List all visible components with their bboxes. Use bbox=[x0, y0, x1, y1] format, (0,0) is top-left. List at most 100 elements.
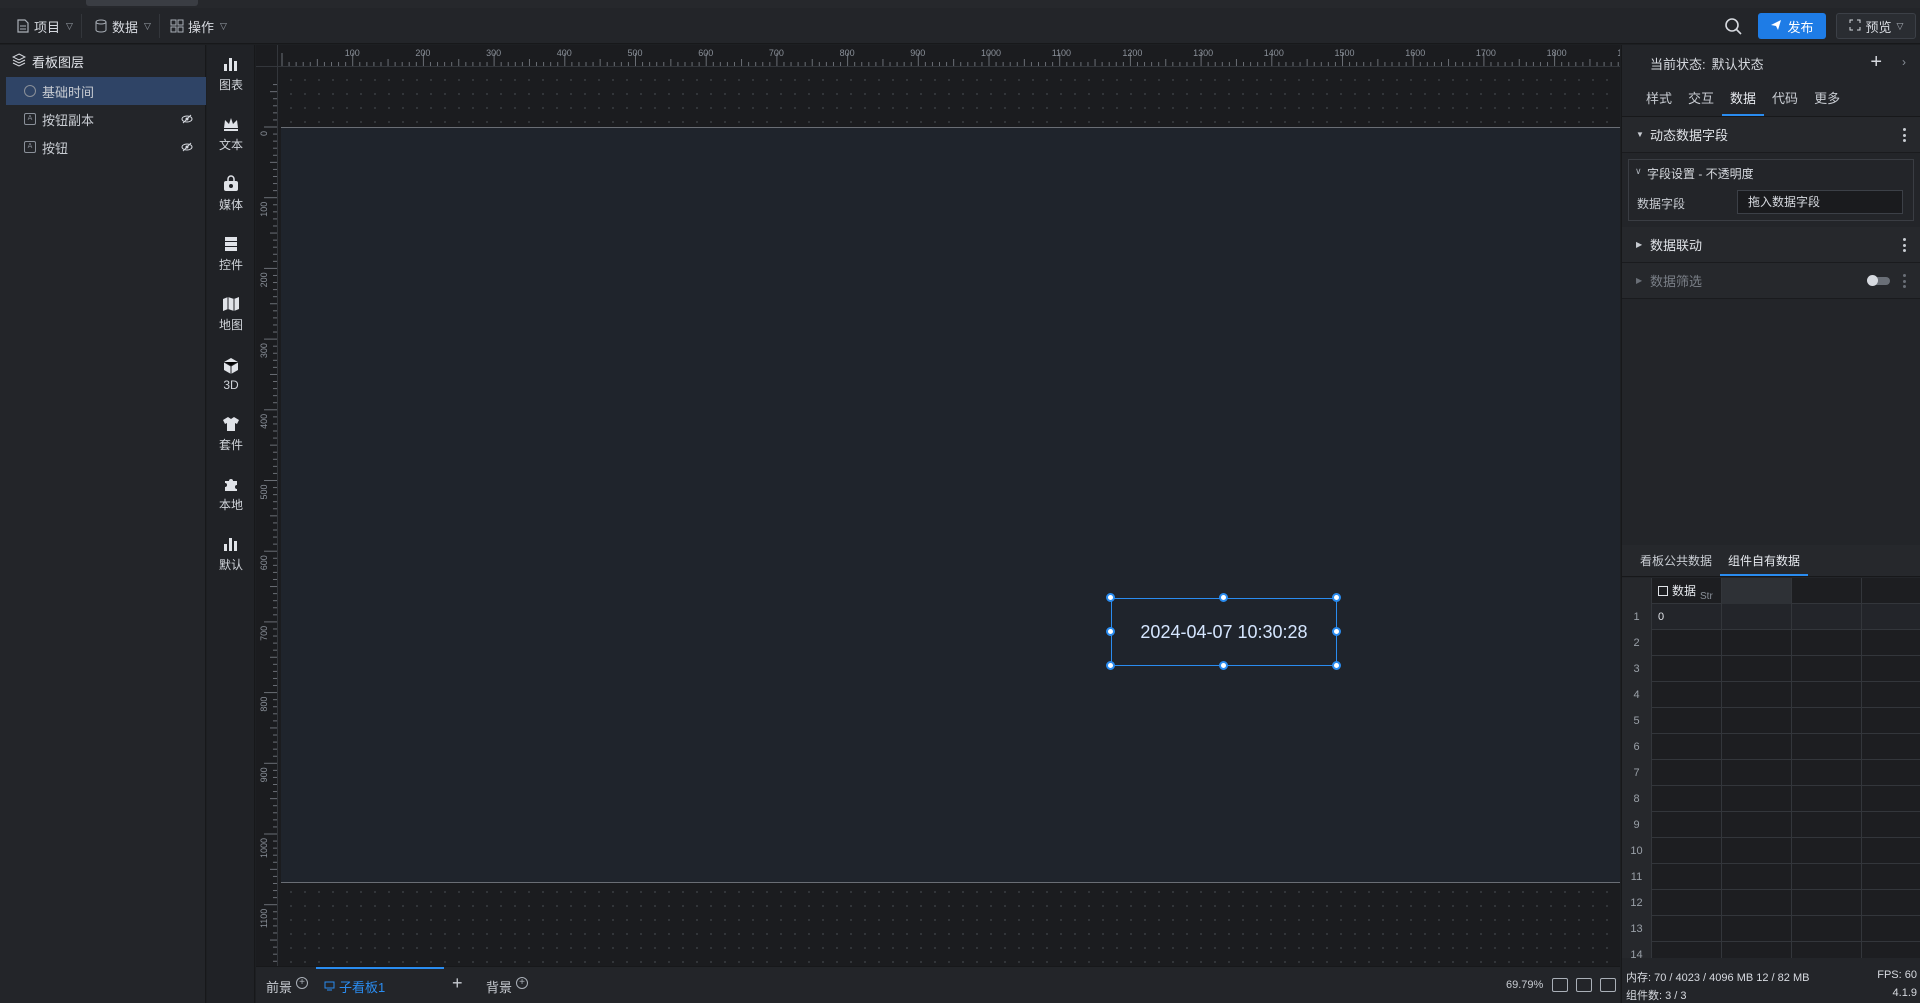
section-data-linkage[interactable]: ▶ 数据联动 bbox=[1622, 227, 1920, 263]
rail-item-3d[interactable]: 3D bbox=[207, 351, 255, 397]
resize-handle-w[interactable] bbox=[1106, 627, 1115, 636]
table-cell[interactable] bbox=[1792, 812, 1862, 838]
table-header-cell[interactable]: 数据 Str bbox=[1652, 578, 1722, 604]
table-cell[interactable] bbox=[1722, 864, 1792, 890]
eye-hidden-icon[interactable] bbox=[181, 113, 193, 125]
checkbox-icon[interactable] bbox=[1658, 586, 1668, 596]
data-table[interactable]: 数据 Str 1 0 2 3 4 5 6 7 8 9 10 11 12 13 14 bbox=[1622, 578, 1920, 958]
rail-item-local[interactable]: 本地 bbox=[207, 471, 255, 517]
table-cell[interactable] bbox=[1652, 682, 1722, 708]
rail-item-text[interactable]: 文本 bbox=[207, 111, 255, 157]
table-cell[interactable] bbox=[1652, 942, 1722, 958]
table-cell[interactable] bbox=[1862, 760, 1920, 786]
eye-hidden-icon[interactable] bbox=[181, 141, 193, 153]
resize-handle-n[interactable] bbox=[1219, 593, 1228, 602]
layer-item-basic-time[interactable]: 基础时间 bbox=[6, 77, 206, 105]
tab-data[interactable]: 数据 bbox=[1722, 88, 1765, 116]
table-cell[interactable] bbox=[1862, 708, 1920, 734]
table-cell[interactable] bbox=[1792, 942, 1862, 958]
table-cell[interactable] bbox=[1792, 916, 1862, 942]
table-cell[interactable] bbox=[1722, 682, 1792, 708]
more-vertical-icon[interactable] bbox=[1903, 274, 1906, 288]
table-cell[interactable] bbox=[1722, 760, 1792, 786]
tab-interaction[interactable]: 交互 bbox=[1680, 88, 1722, 116]
more-vertical-icon[interactable] bbox=[1903, 128, 1906, 142]
preview-button[interactable]: 预览 ▽ bbox=[1836, 13, 1916, 39]
table-cell[interactable] bbox=[1862, 604, 1920, 630]
table-cell[interactable] bbox=[1722, 786, 1792, 812]
field-setting-header[interactable]: ∨ 字段设置 - 不透明度 bbox=[1629, 160, 1913, 186]
table-header-cell[interactable] bbox=[1722, 578, 1792, 604]
table-cell[interactable] bbox=[1862, 812, 1920, 838]
table-cell[interactable] bbox=[1722, 916, 1792, 942]
layer-item-button-copy[interactable]: A 按钮副本 bbox=[0, 105, 205, 133]
tab-background[interactable]: 背景 + bbox=[486, 976, 529, 996]
table-row[interactable]: 10 bbox=[1622, 838, 1920, 864]
resize-handle-ne[interactable] bbox=[1332, 593, 1341, 602]
publish-button[interactable]: 发布 bbox=[1758, 13, 1826, 39]
resize-handle-se[interactable] bbox=[1332, 661, 1341, 670]
table-cell[interactable] bbox=[1652, 734, 1722, 760]
tab-sub-board-1[interactable]: 子看板1 bbox=[324, 977, 385, 996]
table-cell[interactable] bbox=[1652, 864, 1722, 890]
table-cell[interactable] bbox=[1792, 890, 1862, 916]
keyboard-icon[interactable] bbox=[1576, 978, 1592, 992]
tab-foreground[interactable]: 前景 + bbox=[266, 976, 309, 996]
add-state-button[interactable]: + bbox=[1870, 51, 1882, 74]
table-cell[interactable] bbox=[1652, 708, 1722, 734]
menu-operation[interactable]: 操作 ▽ bbox=[162, 14, 235, 38]
table-cell[interactable] bbox=[1792, 786, 1862, 812]
tab-board-public-data[interactable]: 看板公共数据 bbox=[1632, 552, 1720, 576]
rail-item-map[interactable]: 地图 bbox=[207, 291, 255, 337]
table-cell[interactable] bbox=[1792, 734, 1862, 760]
table-row[interactable]: 11 bbox=[1622, 864, 1920, 890]
table-row[interactable]: 10 bbox=[1622, 604, 1920, 630]
table-cell[interactable] bbox=[1722, 734, 1792, 760]
table-cell[interactable] bbox=[1652, 786, 1722, 812]
rail-item-chart[interactable]: 图表 bbox=[207, 51, 255, 97]
table-cell[interactable] bbox=[1722, 942, 1792, 958]
table-cell[interactable] bbox=[1792, 760, 1862, 786]
rail-item-default[interactable]: 默认 bbox=[207, 531, 255, 577]
table-cell[interactable] bbox=[1652, 760, 1722, 786]
tab-code[interactable]: 代码 bbox=[1764, 88, 1806, 116]
section-dynamic-fields[interactable]: ▼ 动态数据字段 bbox=[1622, 117, 1920, 153]
table-cell[interactable] bbox=[1862, 916, 1920, 942]
table-cell[interactable] bbox=[1722, 630, 1792, 656]
table-row[interactable]: 7 bbox=[1622, 760, 1920, 786]
table-cell[interactable] bbox=[1862, 734, 1920, 760]
menu-project[interactable]: 项目 ▽ bbox=[8, 14, 82, 38]
chevron-right-icon[interactable]: › bbox=[1902, 55, 1906, 69]
rail-item-controls[interactable]: 控件 bbox=[207, 231, 255, 277]
table-cell[interactable] bbox=[1722, 656, 1792, 682]
tab-component-own-data[interactable]: 组件自有数据 bbox=[1720, 552, 1809, 576]
tab-more[interactable]: 更多 bbox=[1806, 88, 1848, 116]
time-component[interactable]: 2024-04-07 10:30:28 bbox=[1111, 598, 1337, 666]
table-cell[interactable] bbox=[1792, 656, 1862, 682]
add-board-button[interactable]: + bbox=[452, 973, 463, 994]
search-icon[interactable] bbox=[1722, 15, 1744, 37]
resize-handle-nw[interactable] bbox=[1106, 593, 1115, 602]
table-cell[interactable] bbox=[1792, 630, 1862, 656]
table-cell[interactable] bbox=[1722, 708, 1792, 734]
table-header-cell[interactable] bbox=[1792, 578, 1862, 604]
table-cell[interactable] bbox=[1862, 786, 1920, 812]
table-cell[interactable] bbox=[1792, 682, 1862, 708]
fit-screen-icon[interactable] bbox=[1552, 978, 1568, 992]
table-cell[interactable] bbox=[1652, 838, 1722, 864]
table-cell[interactable] bbox=[1652, 812, 1722, 838]
table-cell[interactable] bbox=[1862, 682, 1920, 708]
section-data-filter[interactable]: ▶ 数据筛选 bbox=[1622, 263, 1920, 299]
table-cell[interactable] bbox=[1862, 942, 1920, 958]
menu-data[interactable]: 数据 ▽ bbox=[86, 14, 160, 38]
tab-style[interactable]: 样式 bbox=[1638, 88, 1680, 116]
add-circle-icon[interactable]: + bbox=[296, 976, 309, 989]
more-vertical-icon[interactable] bbox=[1903, 238, 1906, 252]
table-cell[interactable] bbox=[1792, 838, 1862, 864]
table-row[interactable]: 6 bbox=[1622, 734, 1920, 760]
table-cell[interactable] bbox=[1792, 604, 1862, 630]
table-row[interactable]: 9 bbox=[1622, 812, 1920, 838]
filter-toggle[interactable] bbox=[1867, 275, 1890, 286]
table-row[interactable]: 13 bbox=[1622, 916, 1920, 942]
table-cell[interactable] bbox=[1862, 630, 1920, 656]
